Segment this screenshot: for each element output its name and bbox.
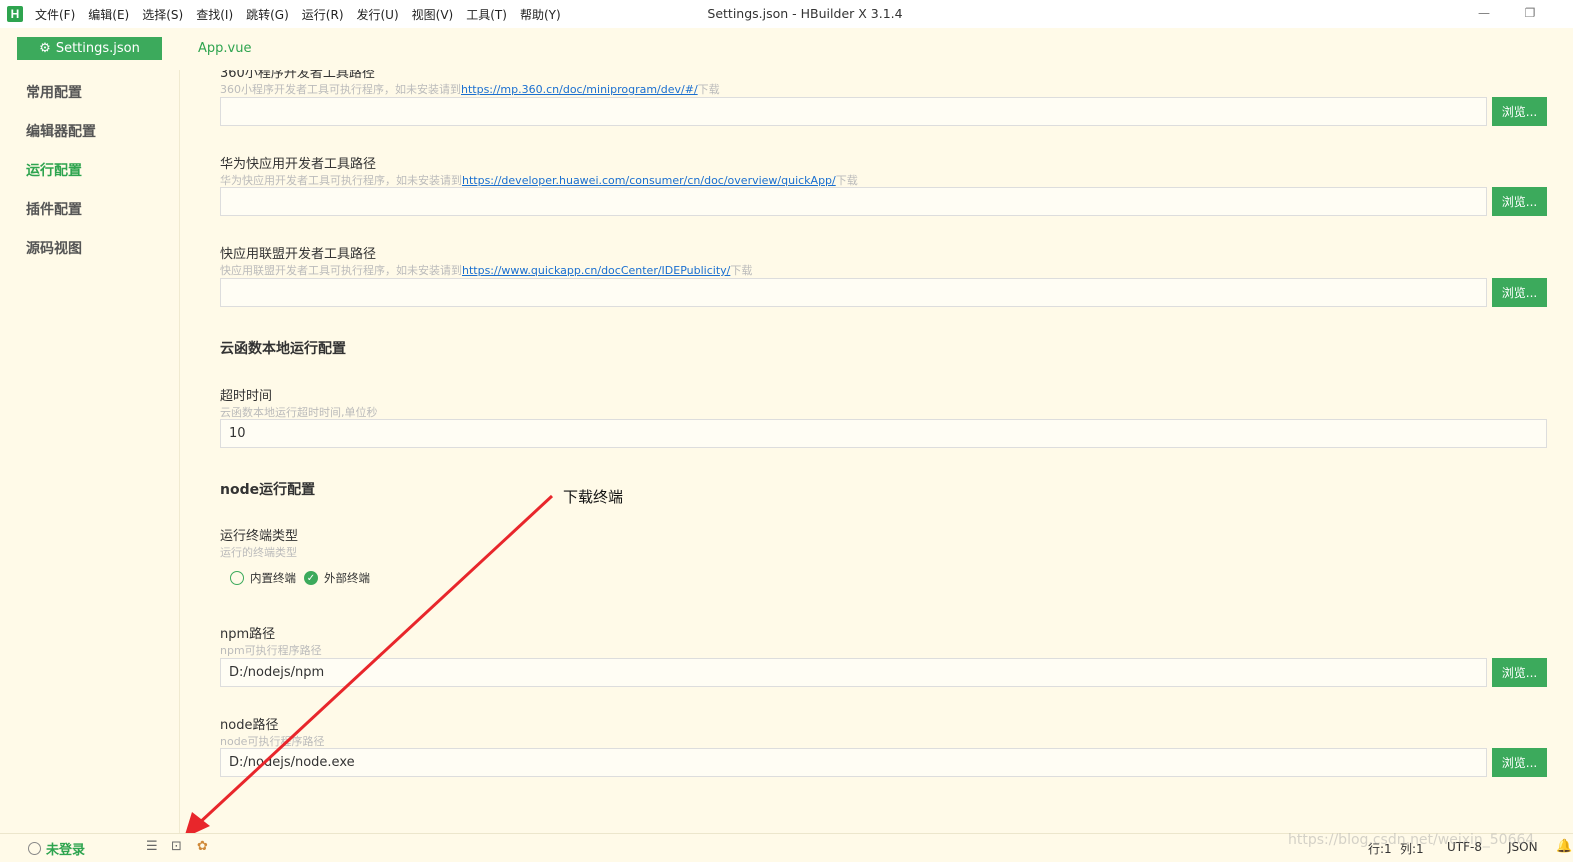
- browse-button-360[interactable]: 浏览...: [1492, 97, 1547, 126]
- link-huawei[interactable]: https://developer.huawei.com/consumer/cn…: [462, 174, 836, 187]
- field-label-terminal: 运行终端类型: [220, 529, 299, 544]
- field-desc-npm: npm可执行程序路径: [220, 644, 322, 657]
- tab-settings-json[interactable]: ⚙ Settings.json: [17, 37, 162, 60]
- input-360-path[interactable]: [220, 97, 1487, 126]
- field-label-npm: npm路径: [220, 627, 276, 642]
- login-status[interactable]: 未登录: [28, 839, 85, 858]
- menu-select[interactable]: 选择(S): [142, 6, 183, 23]
- browse-button-quickapp[interactable]: 浏览...: [1492, 278, 1547, 307]
- restore-button[interactable]: ❐: [1507, 4, 1553, 22]
- radio-label-internal: 内置终端: [250, 571, 296, 585]
- annotation-label: 下载终端: [563, 488, 624, 506]
- menu-goto[interactable]: 跳转(G): [246, 6, 289, 23]
- field-label-timeout: 超时时间: [220, 389, 273, 404]
- sidebar-item-source-view[interactable]: 源码视图: [26, 238, 82, 258]
- desc-text: 360小程序开发者工具可执行程序，如未安装请到: [220, 83, 461, 96]
- menu-find[interactable]: 查找(I): [196, 6, 233, 23]
- radio-external-terminal[interactable]: ✓: [304, 571, 318, 585]
- field-label-quickapp: 快应用联盟开发者工具路径: [220, 247, 377, 262]
- menu-help[interactable]: 帮助(Y): [520, 6, 561, 23]
- sidebar-item-common[interactable]: 常用配置: [26, 82, 82, 102]
- input-quickapp-path[interactable]: [220, 278, 1487, 307]
- input-node-path[interactable]: D:/nodejs/node.exe: [220, 748, 1487, 777]
- field-desc-node: node可执行程序路径: [220, 735, 325, 748]
- minimize-button[interactable]: —: [1461, 4, 1507, 22]
- browse-button-npm[interactable]: 浏览...: [1492, 658, 1547, 687]
- settings-sidebar: 常用配置 编辑器配置 运行配置 插件配置 源码视图: [0, 70, 180, 833]
- menu-bar: 文件(F) 编辑(E) 选择(S) 查找(I) 跳转(G) 运行(R) 发行(U…: [35, 6, 574, 23]
- field-label-360: 360小程序开发者工具路径: [220, 70, 375, 81]
- input-npm-path[interactable]: D:/nodejs/npm: [220, 658, 1487, 687]
- menu-run[interactable]: 运行(R): [302, 6, 344, 23]
- title-bar: H 文件(F) 编辑(E) 选择(S) 查找(I) 跳转(G) 运行(R) 发行…: [0, 0, 1573, 28]
- desc-suffix: 下载: [835, 174, 858, 187]
- field-desc-quickapp: 快应用联盟开发者工具可执行程序，如未安装请到https://www.quicka…: [220, 262, 752, 278]
- desc-text: 华为快应用开发者工具可执行程序，如未安装请到: [220, 174, 462, 187]
- editor-tabs: ⚙ Settings.json App.vue: [0, 28, 1573, 70]
- link-360[interactable]: https://mp.360.cn/doc/miniprogram/dev/#/: [461, 83, 698, 96]
- desc-suffix: 下载: [730, 264, 753, 277]
- settings-content: 360小程序开发者工具路径 360小程序开发者工具可执行程序，如未安装请到htt…: [180, 70, 1573, 833]
- list-icon[interactable]: ☰: [146, 839, 158, 854]
- menu-publish[interactable]: 发行(U): [357, 6, 399, 23]
- field-desc-huawei: 华为快应用开发者工具可执行程序，如未安装请到https://developer.…: [220, 172, 858, 188]
- browse-button-huawei[interactable]: 浏览...: [1492, 187, 1547, 216]
- hbuilder-logo-icon: H: [7, 6, 23, 22]
- section-title-cloud: 云函数本地运行配置: [220, 341, 346, 357]
- bell-icon[interactable]: 🔔: [1556, 839, 1572, 854]
- sidebar-item-plugins[interactable]: 插件配置: [26, 199, 82, 219]
- menu-edit[interactable]: 编辑(E): [88, 6, 129, 23]
- browse-button-node[interactable]: 浏览...: [1492, 748, 1547, 777]
- radio-internal-terminal[interactable]: [230, 571, 244, 585]
- menu-tools[interactable]: 工具(T): [466, 6, 507, 23]
- palette-icon[interactable]: ✿: [197, 839, 208, 854]
- section-title-node: node运行配置: [220, 482, 316, 498]
- sidebar-item-editor[interactable]: 编辑器配置: [26, 121, 96, 141]
- field-desc-360: 360小程序开发者工具可执行程序，如未安装请到https://mp.360.cn…: [220, 81, 720, 97]
- input-timeout[interactable]: 10: [220, 419, 1547, 448]
- desc-text: 快应用联盟开发者工具可执行程序，如未安装请到: [220, 264, 462, 277]
- menu-view[interactable]: 视图(V): [412, 6, 454, 23]
- input-huawei-path[interactable]: [220, 187, 1487, 216]
- gear-icon: ⚙: [39, 41, 51, 56]
- field-desc-timeout: 云函数本地运行超时时间,单位秒: [220, 406, 378, 419]
- desc-suffix: 下载: [697, 83, 720, 96]
- field-label-huawei: 华为快应用开发者工具路径: [220, 157, 377, 172]
- user-icon: [28, 842, 41, 855]
- terminal-type-radios: 内置终端 ✓ 外部终端: [230, 570, 378, 586]
- menu-file[interactable]: 文件(F): [35, 6, 75, 23]
- link-quickapp[interactable]: https://www.quickapp.cn/docCenter/IDEPub…: [462, 264, 730, 277]
- field-label-node: node路径: [220, 718, 279, 733]
- window-controls: — ❐: [1461, 4, 1553, 22]
- field-desc-terminal: 运行的终端类型: [220, 546, 297, 559]
- tab-label: Settings.json: [55, 41, 140, 56]
- radio-label-external: 外部终端: [324, 571, 370, 585]
- watermark: https://blog.csdn.net/weixin_50664: [1288, 832, 1535, 848]
- login-label: 未登录: [46, 843, 86, 858]
- tab-app-vue[interactable]: App.vue: [198, 41, 251, 56]
- terminal-icon[interactable]: ⊡: [171, 839, 182, 854]
- sidebar-item-run[interactable]: 运行配置: [26, 160, 82, 180]
